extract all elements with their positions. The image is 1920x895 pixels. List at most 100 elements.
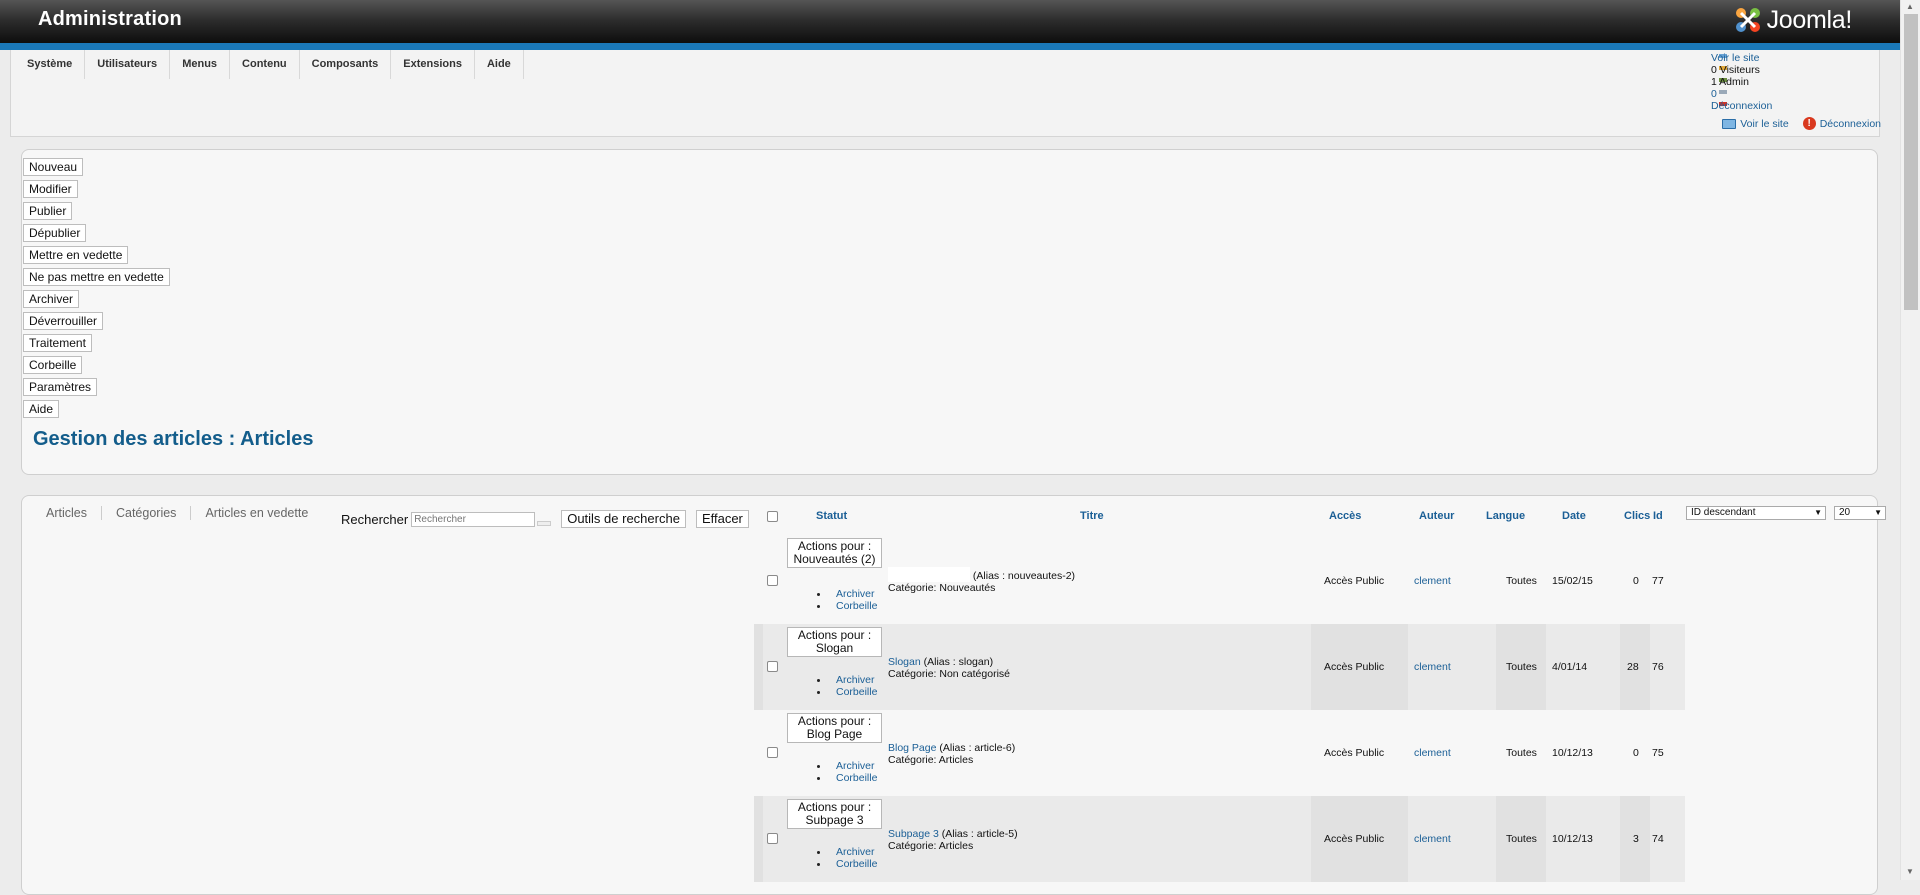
row-hits: 0 (1633, 747, 1639, 759)
help-button[interactable]: Aide (23, 400, 60, 418)
view-site-label: Voir le site (1740, 117, 1789, 130)
chevron-down-icon: ▼ (1874, 508, 1882, 517)
row-action-list: Archiver Corbeille (816, 760, 877, 784)
ordering-value: ID descendant (1691, 507, 1756, 518)
scroll-up-icon[interactable]: ▲ (1906, 2, 1914, 11)
monitor-icon (1722, 118, 1737, 129)
row-actions-button[interactable]: Actions pour : Nouveautés (2) (787, 538, 882, 568)
status-box: Voir le site 0 Visiteurs 1 Admin 0 Décon… (1711, 50, 1881, 132)
row-title-link[interactable]: Blog Page (888, 742, 936, 754)
select-all-checkbox[interactable] (767, 511, 778, 522)
row-archive-link[interactable]: Archiver (836, 674, 875, 686)
menu-menus[interactable]: Menus (170, 50, 231, 79)
header-date[interactable]: Date (1562, 510, 1586, 522)
menu-help[interactable]: Aide (475, 50, 524, 79)
options-button[interactable]: Paramètres (23, 378, 98, 396)
menu-extensions[interactable]: Extensions (391, 50, 475, 79)
table-row: Actions pour : Blog Page Archiver Corbei… (754, 710, 1685, 796)
row-author[interactable]: clement (1414, 575, 1451, 587)
row-trash-link[interactable]: Corbeille (836, 686, 877, 698)
row-access: Accès Public (1324, 833, 1385, 845)
logout-button[interactable]: ! Déconnexion (1802, 117, 1881, 130)
header-language[interactable]: Langue (1486, 510, 1525, 522)
row-date: 10/12/13 (1552, 833, 1593, 845)
view-site-button[interactable]: Voir le site (1722, 117, 1789, 130)
trash-button[interactable]: Corbeille (23, 356, 83, 374)
row-checkbox[interactable] (767, 747, 778, 758)
batch-button[interactable]: Traitement (23, 334, 92, 352)
row-title-link[interactable]: Slogan (888, 656, 921, 668)
page-scrollbar[interactable]: ▲ ▼ (1900, 0, 1920, 880)
edit-button[interactable]: Modifier (23, 180, 78, 198)
new-button[interactable]: Nouveau (23, 158, 84, 176)
submenu-categories[interactable]: Catégories (102, 506, 192, 520)
table-row: Actions pour : Nouveautés (2) Archiver C… (754, 538, 1685, 624)
unfeature-button[interactable]: Ne pas mettre en vedette (23, 268, 170, 286)
row-actions-button[interactable]: Actions pour : Subpage 3 (787, 799, 882, 829)
unpublish-button[interactable]: Dépublier (23, 224, 87, 242)
row-archive-link[interactable]: Archiver (836, 760, 875, 772)
chevron-down-icon: ▼ (1814, 508, 1822, 517)
row-alias: (Alias : article-5) (941, 828, 1018, 840)
header-id[interactable]: Id (1653, 510, 1663, 522)
joomla-logo-icon (1735, 8, 1760, 32)
row-author[interactable]: clement (1414, 747, 1451, 759)
row-author[interactable]: clement (1414, 661, 1451, 673)
row-alias: (Alias : nouveautes-2) (972, 570, 1076, 582)
row-checkbox[interactable] (767, 661, 778, 672)
status-lines: Voir le site 0 Visiteurs 1 Admin 0 Décon… (1711, 52, 1772, 112)
header-stripe (0, 43, 1900, 50)
header-hits[interactable]: Clics (1624, 510, 1650, 522)
row-actions-button[interactable]: Actions pour : Slogan (787, 627, 882, 657)
search-input[interactable] (411, 511, 536, 527)
feature-button[interactable]: Mettre en vedette (23, 246, 129, 264)
row-category: Catégorie: Nouveautés (888, 582, 996, 594)
row-trash-link[interactable]: Corbeille (836, 858, 877, 870)
row-date: 10/12/13 (1552, 747, 1593, 759)
row-access: Accès Public (1324, 747, 1385, 759)
row-actions-button[interactable]: Actions pour : Blog Page (787, 713, 882, 743)
row-archive-link[interactable]: Archiver (836, 588, 875, 600)
header-title[interactable]: Titre (1080, 510, 1104, 522)
menu-content[interactable]: Contenu (230, 50, 300, 79)
header-access[interactable]: Accès (1329, 510, 1361, 522)
row-language: Toutes (1506, 661, 1537, 673)
content-submenu: Articles Catégories Articles en vedette (46, 506, 322, 520)
submenu-featured[interactable]: Articles en vedette (191, 506, 322, 520)
title-redacted-block (888, 567, 970, 582)
row-checkbox[interactable] (767, 575, 778, 586)
publish-button[interactable]: Publier (23, 202, 73, 220)
archive-button[interactable]: Archiver (23, 290, 80, 308)
row-hits: 0 (1633, 575, 1639, 587)
menu-system[interactable]: Système (15, 50, 86, 79)
submenu-articles[interactable]: Articles (46, 506, 102, 520)
clear-button[interactable]: Effacer (695, 510, 749, 528)
menu-components[interactable]: Composants (300, 50, 392, 79)
row-author[interactable]: clement (1414, 833, 1451, 845)
limit-select[interactable]: 20 ▼ (1834, 506, 1886, 520)
status-actions: Voir le site ! Déconnexion (1722, 117, 1881, 130)
row-title-cell: Slogan (Alias : slogan) Catégorie: Non c… (888, 656, 1010, 680)
row-title-link[interactable]: Subpage 3 (888, 828, 939, 840)
header-author[interactable]: Auteur (1419, 510, 1454, 522)
row-archive-link[interactable]: Archiver (836, 846, 875, 858)
header-status[interactable]: Statut (816, 510, 847, 522)
limit-value: 20 (1839, 507, 1851, 518)
row-category: Catégorie: Articles (888, 840, 974, 852)
ordering-select[interactable]: ID descendant ▼ (1686, 506, 1826, 520)
logout-link[interactable]: Déconnexion (1711, 100, 1772, 112)
scroll-down-icon[interactable]: ▼ (1906, 867, 1914, 876)
search-submit-button[interactable] (537, 520, 552, 526)
table-row: Actions pour : Slogan Archiver Corbeille… (754, 624, 1685, 710)
view-site-link[interactable]: Voir le site (1711, 52, 1759, 64)
row-checkbox[interactable] (767, 833, 778, 844)
menu-users[interactable]: Utilisateurs (85, 50, 171, 79)
scrollbar-thumb[interactable] (1904, 14, 1918, 310)
row-trash-link[interactable]: Corbeille (836, 772, 877, 784)
row-id: 74 (1652, 833, 1664, 845)
row-trash-link[interactable]: Corbeille (836, 600, 877, 612)
checkin-button[interactable]: Déverrouiller (23, 312, 104, 330)
logout-label: Déconnexion (1819, 117, 1881, 130)
messages-count[interactable]: 0 (1711, 88, 1717, 100)
search-tools-button[interactable]: Outils de recherche (561, 510, 686, 528)
